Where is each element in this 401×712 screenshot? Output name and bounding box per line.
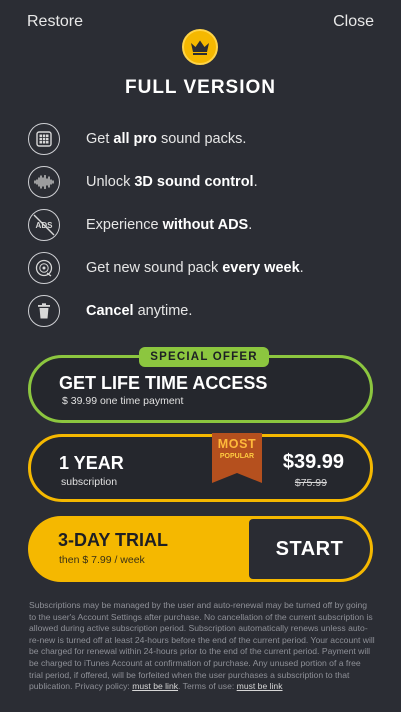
most-popular-badge: MOST POPULAR — [212, 433, 262, 473]
plan-title: 3-DAY TRIAL — [58, 530, 169, 550]
feature-text: Get new sound pack every week. — [86, 260, 304, 276]
legal-body: Subscriptions may be managed by the user… — [29, 600, 375, 692]
feature-text: Cancel anytime. — [86, 303, 193, 319]
special-offer-tag: SPECIAL OFFER — [139, 347, 269, 367]
plan-subtitle: subscription — [61, 476, 118, 488]
feature-item-cancel: Cancel anytime. — [28, 295, 388, 337]
lifetime-plan-card[interactable]: SPECIAL OFFER GET LIFE TIME ACCESS $ 39.… — [28, 347, 373, 423]
yearly-plan-card[interactable]: 1 YEAR subscription MOST POPULAR $39.99 … — [28, 433, 373, 502]
grid-icon — [28, 123, 60, 155]
crown-icon — [182, 29, 218, 65]
trash-icon — [28, 295, 60, 327]
terms-of-use-link[interactable]: must be link — [237, 681, 283, 691]
soundwave-icon — [28, 166, 60, 198]
plan-subtitle: $ 39.99 one time payment — [62, 395, 184, 407]
plan-title: GET LIFE TIME ACCESS — [59, 373, 268, 393]
feature-text: Get all pro sound packs. — [86, 131, 247, 147]
legal-text: Subscriptions may be managed by the user… — [29, 600, 375, 692]
close-button[interactable]: Close — [333, 13, 374, 31]
badge-ribbon-tail — [212, 473, 262, 483]
plan-price: $39.99 — [282, 451, 344, 473]
feature-item-no-ads: ADS Experience without ADS. — [28, 209, 388, 251]
plan-title: 1 YEAR — [59, 453, 124, 473]
disc-icon — [28, 252, 60, 284]
page-title: FULL VERSION — [125, 77, 276, 98]
trial-plan-card[interactable]: 3-DAY TRIAL then $ 7.99 / week START — [28, 516, 373, 582]
terms-of-use-label: Terms of use: — [182, 681, 235, 692]
feature-item-sound-packs: Get all pro sound packs. — [28, 123, 388, 165]
feature-item-weekly-pack: Get new sound pack every week. — [28, 252, 388, 294]
feature-item-3d-sound: Unlock 3D sound control. — [28, 166, 388, 208]
restore-button[interactable]: Restore — [27, 13, 83, 31]
feature-text: Experience without ADS. — [86, 217, 253, 233]
plan-subtitle: then $ 7.99 / week — [59, 554, 145, 566]
badge-sub-text: POPULAR — [219, 453, 255, 460]
privacy-policy-link[interactable]: must be link — [132, 681, 178, 691]
feature-list: Get all pro sound packs. Unlock 3D sound… — [28, 123, 388, 338]
no-ads-icon: ADS — [28, 209, 60, 241]
start-button[interactable]: START — [249, 519, 370, 579]
badge-main-text: MOST — [217, 437, 257, 451]
plan-old-price: $75.99 — [294, 477, 327, 489]
feature-text: Unlock 3D sound control. — [86, 174, 258, 190]
privacy-policy-label: Privacy policy: — [74, 681, 130, 692]
